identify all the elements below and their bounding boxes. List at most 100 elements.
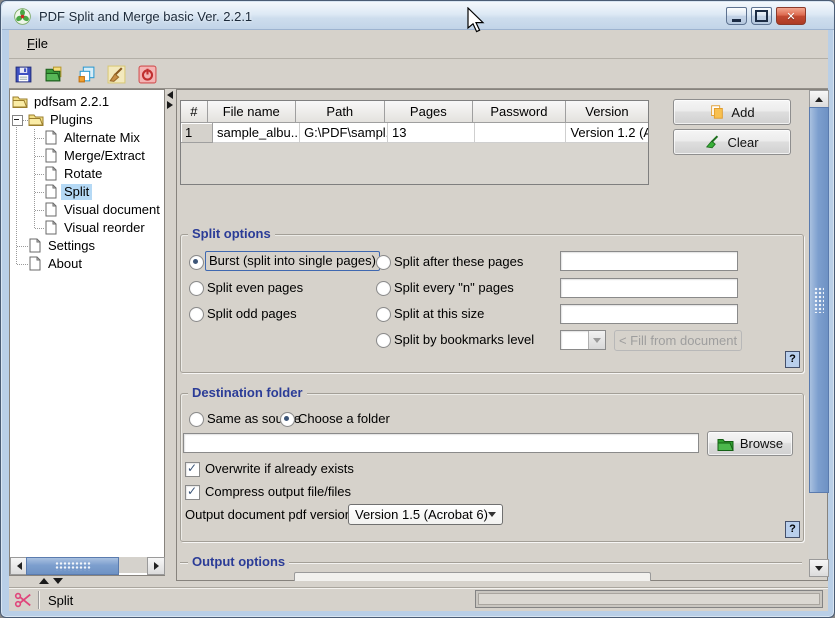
- radio-choose-folder-label[interactable]: Choose a folder: [298, 411, 390, 427]
- pdf-version-combo[interactable]: Version 1.5 (Acrobat 6): [348, 504, 503, 525]
- console-icon: [77, 65, 96, 84]
- thumb-grip: [55, 562, 91, 571]
- save-icon: [14, 65, 33, 84]
- radio-same-as-source[interactable]: [189, 412, 204, 427]
- path-cell: G:\PDF\sampl...: [300, 123, 388, 143]
- clean-button[interactable]: [104, 62, 128, 86]
- compress-checkbox-label[interactable]: Compress output file/files: [205, 484, 351, 500]
- exit-icon: [138, 65, 157, 84]
- radio-split-at-size-label[interactable]: Split at this size: [394, 306, 484, 322]
- column-header-password[interactable]: Password: [473, 101, 566, 123]
- tree-connector: [17, 246, 28, 247]
- destination-folder-input[interactable]: [183, 433, 699, 453]
- split-options-title: Split options: [188, 227, 275, 241]
- folder-icon: [28, 113, 44, 126]
- radio-split-odd[interactable]: [189, 307, 204, 322]
- output-options-title: Output options: [188, 555, 289, 569]
- radio-split-even-label[interactable]: Split even pages: [207, 280, 303, 296]
- split-after-pages-input[interactable]: [560, 251, 738, 271]
- overwrite-checkbox[interactable]: [185, 462, 200, 477]
- statusbar-separator: [38, 591, 39, 609]
- radio-split-even[interactable]: [189, 281, 204, 296]
- folder-icon: [12, 95, 28, 108]
- document-icon: [45, 184, 57, 199]
- tree-connector: [17, 264, 28, 265]
- destination-folder-title: Destination folder: [188, 386, 307, 400]
- selected-files-table: # File name Path Pages Password Version …: [180, 100, 649, 185]
- scroll-down-button[interactable]: [809, 559, 829, 577]
- column-header-pages[interactable]: Pages: [385, 101, 473, 123]
- radio-split-every-n[interactable]: [376, 281, 391, 296]
- splitter-collapse-right-button[interactable]: [167, 101, 173, 109]
- thumb-grip: [814, 287, 824, 313]
- table-header: # File name Path Pages Password Version: [181, 101, 648, 123]
- overwrite-checkbox-label[interactable]: Overwrite if already exists: [205, 461, 354, 477]
- radio-split-odd-label[interactable]: Split odd pages: [207, 306, 297, 322]
- tree-hscrollbar-thumb[interactable]: [26, 557, 119, 575]
- radio-split-after-pages-label[interactable]: Split after these pages: [394, 254, 523, 270]
- save-button[interactable]: [11, 62, 35, 86]
- file-menu[interactable]: File: [18, 30, 57, 58]
- tree-connector: [35, 156, 44, 157]
- open-button[interactable]: [41, 62, 65, 86]
- exit-button[interactable]: [135, 62, 159, 86]
- output-field-clipped: [294, 572, 651, 581]
- split-help-button[interactable]: ?: [785, 351, 800, 368]
- window: PDF Split and Merge basic Ver. 2.2.1 ✕ F…: [0, 0, 835, 618]
- document-icon: [45, 148, 57, 163]
- bookmarks-level-combo[interactable]: [560, 330, 606, 350]
- radio-split-at-size[interactable]: [376, 307, 391, 322]
- scroll-up-button[interactable]: [809, 90, 829, 108]
- chevron-down-icon: [488, 512, 496, 517]
- add-button[interactable]: Add: [673, 99, 791, 125]
- radio-split-after-pages[interactable]: [376, 255, 391, 270]
- console-collapse-down-button[interactable]: [53, 578, 63, 584]
- radio-choose-folder[interactable]: [280, 412, 295, 427]
- arrow-left-icon: [17, 562, 22, 570]
- tree-expander-icon[interactable]: [12, 115, 23, 126]
- add-file-icon: [709, 104, 725, 120]
- browse-folder-icon: [717, 436, 734, 451]
- minimize-button[interactable]: [726, 7, 747, 25]
- radio-burst-label[interactable]: Burst (split into single pages): [205, 251, 380, 271]
- maximize-button[interactable]: [751, 7, 772, 25]
- title-bar[interactable]: PDF Split and Merge basic Ver. 2.2.1 ✕: [2, 2, 835, 30]
- main-vscrollbar-thumb[interactable]: [809, 107, 829, 493]
- row-number-cell: 1: [181, 123, 213, 143]
- split-every-n-input[interactable]: [560, 278, 738, 298]
- radio-split-every-n-label[interactable]: Split every "n" pages: [394, 280, 514, 296]
- fill-from-document-button[interactable]: < Fill from document: [614, 330, 742, 351]
- arrow-up-icon: [815, 97, 823, 102]
- status-bar: Split: [9, 587, 828, 611]
- tree-connector: [35, 174, 44, 175]
- document-icon: [29, 256, 41, 271]
- clear-broom-icon: [705, 134, 721, 150]
- tree-connector: [35, 228, 44, 229]
- radio-split-by-bookmarks-label[interactable]: Split by bookmarks level: [394, 332, 534, 348]
- column-header-path[interactable]: Path: [296, 101, 385, 123]
- progress-bar: [475, 590, 823, 608]
- radio-burst[interactable]: [189, 255, 204, 270]
- radio-split-by-bookmarks[interactable]: [376, 333, 391, 348]
- pdf-version-label: Output document pdf version:: [185, 507, 356, 523]
- column-header-version[interactable]: Version: [566, 101, 648, 123]
- split-size-input[interactable]: [560, 304, 738, 324]
- clean-icon: [107, 65, 126, 84]
- combo-dropdown-button[interactable]: [588, 331, 605, 349]
- tree-connector: [35, 138, 44, 139]
- column-header-num[interactable]: #: [181, 101, 208, 123]
- compress-checkbox[interactable]: [185, 485, 200, 500]
- window-title: PDF Split and Merge basic Ver. 2.2.1: [39, 9, 252, 24]
- destination-help-button[interactable]: ?: [785, 521, 800, 538]
- splitter-collapse-left-button[interactable]: [167, 91, 173, 99]
- console-button[interactable]: [74, 62, 98, 86]
- column-header-file-name[interactable]: File name: [208, 101, 296, 123]
- clear-button[interactable]: Clear: [673, 129, 791, 155]
- close-button[interactable]: ✕: [776, 7, 806, 25]
- console-expand-up-button[interactable]: [39, 578, 49, 584]
- scroll-right-button[interactable]: [147, 557, 165, 575]
- table-row[interactable]: 1 sample_albu... G:\PDF\sampl... 13 Vers…: [181, 123, 648, 143]
- tree-connector: [35, 192, 44, 193]
- browse-button[interactable]: Browse: [707, 431, 793, 456]
- open-icon: [44, 65, 63, 84]
